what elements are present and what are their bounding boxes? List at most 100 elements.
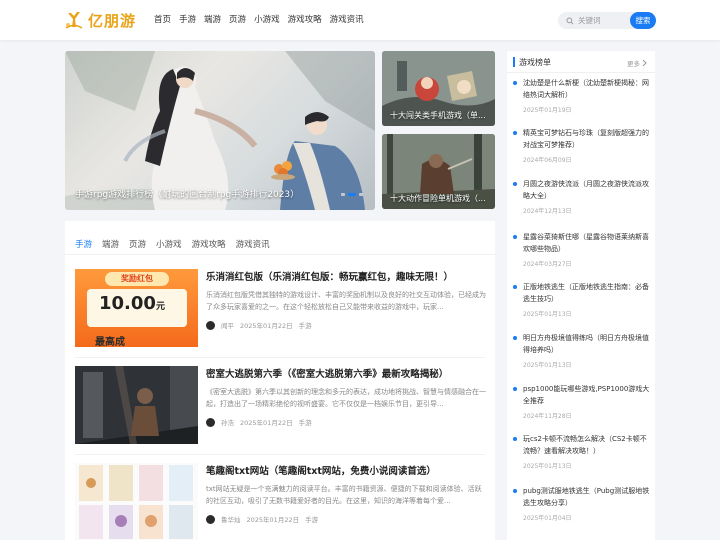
- bullet-icon: [513, 81, 517, 85]
- article-item[interactable]: 笔趣阁txt网站（笔趣阁txt网站，免费小说阅读首选） txt网站无疑是一个充满…: [75, 463, 485, 540]
- bullet-icon: [513, 489, 517, 493]
- ranking-title[interactable]: 沈幼楚是什么新梗（沈幼楚新梗揭秘：网络热词大解析）: [523, 77, 653, 101]
- ranking-title[interactable]: 正版地铁逃生（正版地铁逃生指南：必备逃生技巧）: [523, 281, 653, 305]
- side-feature-1[interactable]: 十大闯关类手机游戏（单...: [382, 51, 495, 126]
- article-item[interactable]: 奖励红包 10.00元 最高成 乐消消红包版（乐消消红包版：畅玩赢红包，趣味无限…: [75, 269, 486, 349]
- article-meta: 闻平 2025年01月22日 手游: [206, 320, 312, 330]
- article-panel: 手游 端游 页游 小游戏 游戏攻略 游戏资讯 奖励红包 10.00元 最高成 乐…: [65, 221, 495, 540]
- search-icon: [566, 16, 574, 25]
- ranking-date: 2024年03月27日: [523, 261, 572, 268]
- article-author[interactable]: 闻平: [221, 320, 234, 330]
- thumb-amount-value: 10.00: [99, 293, 156, 314]
- nav-item-home[interactable]: 首页: [154, 13, 171, 25]
- article-meta: 鲁华灿 2025年01月22日 手游: [206, 514, 318, 524]
- article-title[interactable]: 笔趣阁txt网站（笔趣阁txt网站，免费小说阅读首选）: [206, 463, 436, 477]
- ranking-date: 2025年01月13日: [523, 362, 572, 369]
- article-category[interactable]: 手游: [299, 320, 312, 330]
- author-avatar: [206, 417, 215, 427]
- ranking-title[interactable]: pubg测试服地铁逃生（Pubg测试服地铁逃生攻略分享）: [523, 485, 653, 509]
- bullet-icon: [513, 437, 517, 441]
- slider-dot[interactable]: [359, 193, 363, 196]
- slider-dot[interactable]: [341, 193, 345, 196]
- bullet-icon: [513, 336, 517, 340]
- ranking-date: 2025年01月13日: [523, 463, 572, 470]
- article-thumbnail[interactable]: [75, 366, 198, 444]
- ranking-date: 2024年12月13日: [523, 208, 572, 215]
- ranking-sidebar: 游戏榜单 更多 沈幼楚是什么新梗（沈幼楚新梗揭秘：网络热词大解析） 2025年0…: [507, 51, 655, 540]
- ranking-date: 2024年11月28日: [523, 413, 572, 420]
- bullet-icon: [513, 182, 517, 186]
- article-date: 2025年01月22日: [246, 516, 300, 524]
- article-title[interactable]: 密室大逃脱第六季（《密室大逃脱第六季》最新攻略揭秘）: [206, 366, 448, 380]
- ranking-date: 2025年01月04日: [523, 515, 572, 522]
- logo-text: 亿朋游: [88, 11, 137, 30]
- sidebar-title: 游戏榜单: [519, 58, 551, 67]
- article-category[interactable]: 手游: [305, 514, 318, 524]
- side-feature-1-caption: 十大闯关类手机游戏（单...: [390, 111, 486, 120]
- tab-web-games[interactable]: 页游: [129, 238, 146, 250]
- article-meta: 孙浩 2025年01月22日 手游: [206, 417, 312, 427]
- tab-mini-games[interactable]: 小游戏: [156, 238, 182, 250]
- author-avatar: [206, 514, 215, 524]
- article-excerpt: txt网站无疑是一个充满魅力的阅读平台。丰富的书籍资源、便捷的下载和阅读体验、活…: [206, 485, 482, 505]
- tab-mobile-games[interactable]: 手游: [75, 238, 92, 250]
- thumb-image: [75, 366, 198, 444]
- ranking-title[interactable]: 星露谷菜猗斯住哪（星露谷物语莱纳斯喜欢哪些物品）: [523, 231, 653, 255]
- main-nav: 首页 手游 端游 页游 小游戏 游戏攻略 游戏资讯: [154, 13, 364, 25]
- featured-slider[interactable]: 手游rpg游戏排行榜（耐玩的回合制rpg手游排行2023）: [65, 51, 375, 210]
- article-excerpt: 乐消消红包版凭借其独特的游戏设计、丰富的奖励机制以及良好的社交互动体验，已经成为…: [206, 291, 486, 311]
- nav-item-web-games[interactable]: 页游: [229, 13, 246, 25]
- slider-caption[interactable]: 手游rpg游戏排行榜（耐玩的回合制rpg手游排行2023）: [75, 187, 299, 200]
- article-author[interactable]: 鲁华灿: [221, 514, 241, 524]
- slider-dot-active[interactable]: [348, 193, 356, 196]
- logo-icon: [65, 12, 83, 29]
- tab-pc-games[interactable]: 端游: [102, 238, 119, 250]
- search-button[interactable]: 搜索: [630, 12, 656, 29]
- ranking-date: 2025年01月13日: [523, 311, 572, 318]
- article-thumbnail[interactable]: 奖励红包 10.00元 最高成: [75, 269, 198, 347]
- ranking-title[interactable]: 玩cs2卡顿不流畅怎么解决（CS2卡顿不流畅？速看解决攻略！）: [523, 433, 653, 457]
- tab-news[interactable]: 游戏资讯: [236, 238, 270, 250]
- site-logo[interactable]: 亿朋游: [64, 8, 136, 32]
- thumb-amount-unit: 元: [155, 302, 165, 312]
- nav-item-guides[interactable]: 游戏攻略: [288, 13, 322, 25]
- ranking-date: 2025年01月19日: [523, 107, 572, 114]
- search-input[interactable]: [578, 16, 622, 25]
- nav-item-news[interactable]: 游戏资讯: [330, 13, 364, 25]
- article-date: 2025年01月22日: [240, 419, 293, 427]
- bullet-icon: [513, 387, 517, 391]
- ranking-title[interactable]: 明日方舟极境值得练吗（明日方舟极境值得培养吗）: [523, 332, 653, 356]
- thumb-banner-text: 奖励红包: [105, 272, 169, 286]
- sidebar-header-accent: [513, 57, 515, 67]
- tab-guides[interactable]: 游戏攻略: [192, 238, 226, 250]
- nav-item-pc-games[interactable]: 端游: [204, 13, 221, 25]
- bullet-icon: [513, 285, 517, 289]
- article-excerpt: 《密室大逃脱》第六季以其创新的理念和多元的表达，成功地将挑战、智慧与情感融合在一…: [206, 388, 486, 408]
- article-divider: [75, 357, 485, 358]
- article-thumbnail[interactable]: [75, 463, 198, 540]
- author-avatar: [206, 320, 215, 330]
- slider-pagination: [341, 193, 363, 196]
- ranking-title[interactable]: 月圆之夜游侠流派（月圆之夜游侠流派攻略大全）: [523, 178, 653, 202]
- side-feature-2[interactable]: 十大动作冒险单机游戏（...: [382, 134, 495, 209]
- nav-item-mini-games[interactable]: 小游戏: [254, 13, 280, 25]
- sidebar-more-link[interactable]: 更多: [627, 58, 647, 68]
- article-category[interactable]: 手游: [299, 417, 312, 427]
- ranking-date: 2024年06月09日: [523, 157, 572, 164]
- nav-item-mobile-games[interactable]: 手游: [179, 13, 196, 25]
- bullet-icon: [513, 235, 517, 239]
- sidebar-header: 游戏榜单 更多: [507, 51, 655, 73]
- thumb-bottom-text: 最高成: [95, 337, 125, 347]
- sidebar-more-label: 更多: [627, 60, 640, 68]
- article-author[interactable]: 孙浩: [221, 417, 234, 427]
- article-item[interactable]: 密室大逃脱第六季（《密室大逃脱第六季》最新攻略揭秘） 《密室大逃脱》第六季以其创…: [75, 366, 486, 446]
- bullet-icon: [513, 131, 517, 135]
- search-box: 搜索: [558, 12, 656, 29]
- chevron-right-icon: [642, 60, 647, 66]
- thumb-image: [75, 463, 198, 540]
- ranking-title[interactable]: 精英宝可梦钻石与珍珠（复刻版超强力的对战宝可梦推荐）: [523, 127, 653, 151]
- article-date: 2025年01月22日: [240, 322, 293, 330]
- article-title[interactable]: 乐消消红包版（乐消消红包版：畅玩赢红包，趣味无限！）: [206, 269, 453, 283]
- ranking-title[interactable]: psp1000能玩哪些游戏,PSP1000游戏大全推荐: [523, 383, 653, 407]
- side-feature-2-caption: 十大动作冒险单机游戏（...: [390, 194, 486, 203]
